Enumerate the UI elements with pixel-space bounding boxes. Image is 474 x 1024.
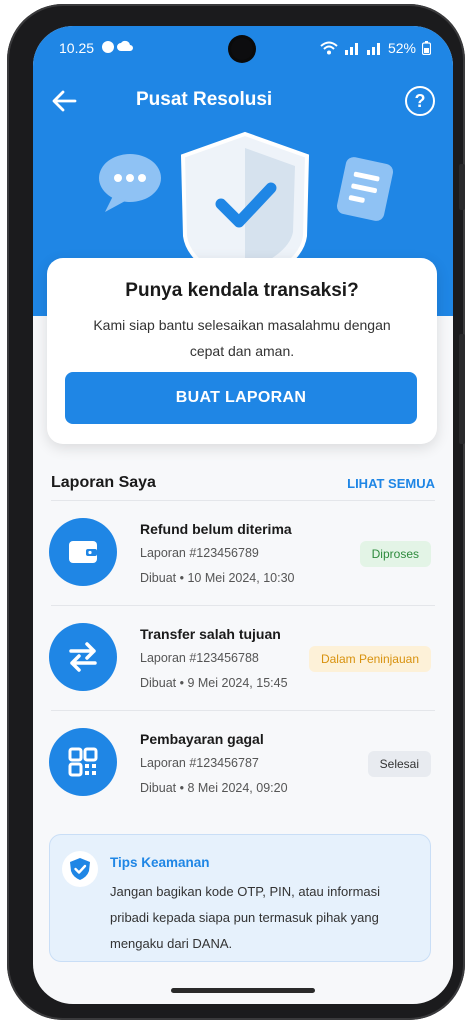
screen: 10.25 52% Pusat Resolusi ? Punya kendala… [33, 26, 453, 1004]
report-number: Laporan #123456788 [140, 651, 259, 665]
top-nav: Pusat Resolusi ? [33, 84, 453, 124]
help-icon[interactable]: ? [405, 86, 435, 116]
create-report-button[interactable]: BUAT LAPORAN [65, 372, 417, 424]
status-badge: Dalam Peninjauan [308, 646, 431, 672]
hero-subtitle: Kami siap bantu selesaikan masalahmu den… [93, 317, 391, 359]
status-bar: 10.25 52% [33, 26, 453, 70]
report-number: Laporan #123456787 [140, 756, 259, 770]
section-title: Laporan Saya [51, 474, 156, 491]
wallet-icon [49, 518, 117, 586]
wifi-icon [320, 41, 338, 55]
report-item[interactable]: Transfer salah tujuan Laporan #123456788… [49, 606, 435, 711]
see-all-link[interactable]: LIHAT SEMUA [347, 476, 435, 491]
report-item[interactable]: Refund belum diterima Laporan #123456789… [49, 501, 435, 606]
home-indicator [171, 988, 315, 993]
hero-question: Punya kendala transaksi? [125, 280, 359, 301]
power-button [459, 334, 465, 444]
tips-title: Tips Keamanan [110, 855, 210, 870]
messenger-icon [102, 40, 133, 53]
report-date: Dibuat • 10 Mei 2024, 10:30 [140, 571, 295, 585]
document-icon [336, 157, 394, 221]
battery-icon [422, 41, 431, 55]
volume-button [459, 164, 465, 210]
report-number: Laporan #123456789 [140, 546, 259, 560]
report-name: Transfer salah tujuan [140, 626, 281, 642]
chat-bubble-icon [99, 154, 161, 212]
shield-icon [62, 851, 98, 887]
report-date: Dibuat • 8 Mei 2024, 09:20 [140, 781, 288, 795]
shield-check-icon [180, 131, 310, 266]
my-reports-section: Laporan Saya LIHAT SEMUA Refund belum di… [33, 464, 453, 815]
report-item[interactable]: Pembayaran gagal Laporan #123456787 Dibu… [49, 711, 435, 815]
front-camera [231, 38, 253, 60]
battery-percentage: 52% [387, 40, 416, 56]
signal-icon-2 [366, 43, 380, 55]
qr-code-icon [49, 728, 117, 796]
signal-icon [344, 43, 358, 55]
hero-illustration [99, 131, 394, 266]
status-time: 10.25 [59, 40, 95, 56]
transfer-icon [49, 623, 117, 691]
security-tips-card: Tips Keamanan Jangan bagikan kode OTP, P… [49, 834, 431, 962]
status-right: 52% [320, 40, 431, 56]
page-title: Pusat Resolusi [136, 89, 273, 110]
notification-icons [101, 40, 135, 57]
back-arrow-icon[interactable] [51, 88, 77, 114]
report-date: Dibuat • 9 Mei 2024, 15:45 [140, 676, 288, 690]
hero-card: Punya kendala transaksi? Kami siap bantu… [47, 258, 437, 444]
report-name: Pembayaran gagal [140, 731, 264, 747]
tips-text: Jangan bagikan kode OTP, PIN, atau infor… [110, 884, 381, 951]
status-badge: Diproses [359, 541, 431, 567]
status-badge: Selesai [367, 751, 431, 777]
report-name: Refund belum diterima [140, 521, 292, 537]
section-header: Laporan Saya LIHAT SEMUA [51, 464, 435, 501]
phone-frame: 10.25 52% Pusat Resolusi ? Punya kendala… [7, 4, 465, 1020]
